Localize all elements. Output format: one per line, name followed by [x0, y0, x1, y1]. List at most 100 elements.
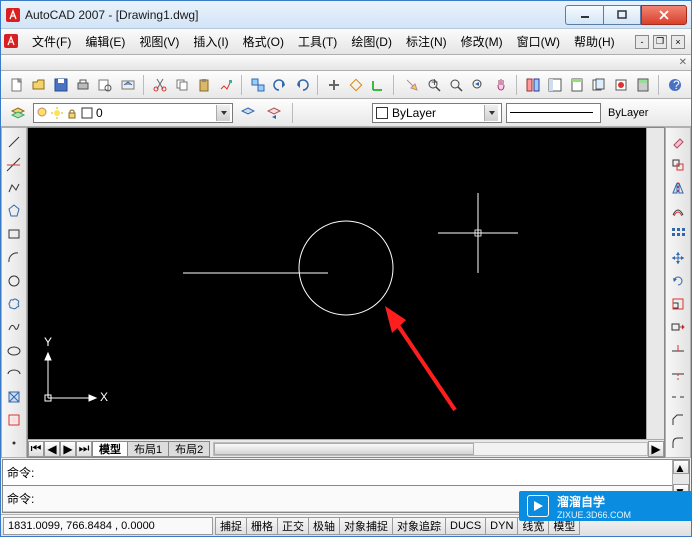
snap-toggle[interactable]: 捕捉: [215, 517, 247, 535]
fillet-icon[interactable]: [668, 434, 688, 453]
preview-icon[interactable]: [95, 74, 115, 96]
ellipse-arc-icon[interactable]: [4, 364, 24, 383]
tab-layout1[interactable]: 布局1: [127, 441, 169, 457]
revision-cloud-icon[interactable]: [4, 295, 24, 314]
menu-dim[interactable]: 标注(N): [400, 31, 453, 52]
menu-insert[interactable]: 插入(I): [187, 31, 234, 52]
trim-icon[interactable]: [668, 341, 688, 360]
sheetset-icon[interactable]: [589, 74, 609, 96]
copy-icon[interactable]: [172, 74, 192, 96]
tab-first-icon[interactable]: ⏮: [28, 441, 44, 457]
match-properties-icon[interactable]: [216, 74, 236, 96]
close-button[interactable]: [641, 5, 687, 25]
designcenter-icon[interactable]: [545, 74, 565, 96]
menu-draw[interactable]: 绘图(D): [345, 31, 398, 52]
erase-icon[interactable]: [668, 132, 688, 151]
zoom-window-icon[interactable]: [446, 74, 466, 96]
markup-icon[interactable]: [611, 74, 631, 96]
linetype-dropdown[interactable]: [506, 103, 601, 123]
help-icon[interactable]: ?: [665, 74, 685, 96]
scale-icon[interactable]: [668, 295, 688, 314]
zoom-previous-icon[interactable]: [468, 74, 488, 96]
line-icon[interactable]: [4, 132, 24, 151]
horizontal-scrollbar[interactable]: [213, 442, 648, 456]
menu-view[interactable]: 视图(V): [133, 31, 185, 52]
move-icon[interactable]: [668, 248, 688, 267]
copy-obj-icon[interactable]: [668, 155, 688, 174]
osnap-toggle[interactable]: 对象捕捉: [339, 517, 393, 535]
pan-realtime-icon[interactable]: [324, 74, 344, 96]
color-dropdown[interactable]: ByLayer: [372, 103, 502, 123]
zoom-realtime-icon[interactable]: +: [424, 74, 444, 96]
menu-tools[interactable]: 工具(T): [292, 31, 343, 52]
cut-icon[interactable]: [149, 74, 169, 96]
point-icon[interactable]: [4, 434, 24, 453]
layer-states-icon[interactable]: [237, 102, 259, 124]
qselect-icon[interactable]: [402, 74, 422, 96]
arc-icon[interactable]: [4, 248, 24, 267]
grid-toggle[interactable]: 栅格: [246, 517, 278, 535]
polyline-icon[interactable]: [4, 178, 24, 197]
ucs-icon[interactable]: [368, 74, 388, 96]
tab-model[interactable]: 模型: [92, 441, 128, 457]
tab-last-icon[interactable]: ⏭: [76, 441, 92, 457]
stretch-icon[interactable]: [668, 318, 688, 337]
doc-close-button[interactable]: ×: [671, 35, 685, 49]
menu-help[interactable]: 帮助(H): [568, 31, 621, 52]
osnap-icon[interactable]: [346, 74, 366, 96]
undo-icon[interactable]: [270, 74, 290, 96]
menu-format[interactable]: 格式(O): [237, 31, 290, 52]
maximize-button[interactable]: [603, 5, 641, 25]
ducs-toggle[interactable]: DUCS: [445, 517, 486, 535]
menu-edit[interactable]: 编辑(E): [79, 31, 131, 52]
menu-file[interactable]: 文件(F): [26, 31, 77, 52]
tool-palettes-icon[interactable]: [567, 74, 587, 96]
properties-icon[interactable]: [523, 74, 543, 96]
drawing-canvas[interactable]: Y X: [28, 128, 646, 439]
mirror-icon[interactable]: [668, 178, 688, 197]
pan-icon[interactable]: [491, 74, 511, 96]
coordinate-display[interactable]: 1831.0099, 766.8484 , 0.0000: [3, 517, 213, 535]
make-block-icon[interactable]: [4, 411, 24, 430]
polar-toggle[interactable]: 极轴: [308, 517, 340, 535]
polygon-icon[interactable]: [4, 202, 24, 221]
otrack-toggle[interactable]: 对象追踪: [392, 517, 446, 535]
rotate-icon[interactable]: [668, 271, 688, 290]
layer-dropdown[interactable]: 0: [33, 103, 233, 123]
extend-icon[interactable]: [668, 364, 688, 383]
layer-previous-icon[interactable]: [263, 102, 285, 124]
save-icon[interactable]: [51, 74, 71, 96]
redo-icon[interactable]: [292, 74, 312, 96]
doc-minimize-button[interactable]: -: [635, 35, 649, 49]
lineweight-dropdown[interactable]: ByLayer: [605, 103, 685, 123]
calculator-icon[interactable]: [633, 74, 653, 96]
doc-restore-button[interactable]: ❐: [653, 35, 667, 49]
block-editor-icon[interactable]: [248, 74, 268, 96]
offset-icon[interactable]: [668, 202, 688, 221]
insert-block-icon[interactable]: [4, 387, 24, 406]
scroll-right-icon[interactable]: ▶: [648, 441, 664, 457]
chamfer-icon[interactable]: [668, 411, 688, 430]
vertical-scrollbar[interactable]: [646, 128, 664, 439]
menu-window[interactable]: 窗口(W): [511, 31, 566, 52]
autocad-menu-icon[interactable]: [3, 33, 21, 51]
publish-icon[interactable]: [117, 74, 137, 96]
new-icon[interactable]: [7, 74, 27, 96]
menu-modify[interactable]: 修改(M): [455, 31, 509, 52]
construction-line-icon[interactable]: [4, 155, 24, 174]
toolbar-close-icon[interactable]: ✕: [679, 57, 687, 68]
rectangle-icon[interactable]: [4, 225, 24, 244]
circle-icon[interactable]: [4, 271, 24, 290]
tab-prev-icon[interactable]: ◀: [44, 441, 60, 457]
break-icon[interactable]: [668, 387, 688, 406]
layer-manager-icon[interactable]: [7, 102, 29, 124]
spline-icon[interactable]: [4, 318, 24, 337]
print-icon[interactable]: [73, 74, 93, 96]
dyn-toggle[interactable]: DYN: [485, 517, 518, 535]
ellipse-icon[interactable]: [4, 341, 24, 360]
tab-next-icon[interactable]: ▶: [60, 441, 76, 457]
minimize-button[interactable]: [565, 5, 603, 25]
array-icon[interactable]: [668, 225, 688, 244]
paste-icon[interactable]: [194, 74, 214, 96]
open-icon[interactable]: [29, 74, 49, 96]
